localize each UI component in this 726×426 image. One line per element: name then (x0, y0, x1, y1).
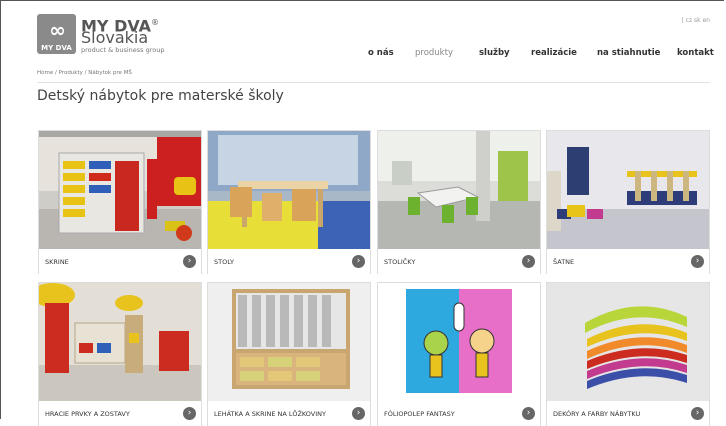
nav-item-sluzby[interactable]: služby (479, 48, 510, 58)
arrow-right-icon[interactable]: › (352, 255, 365, 268)
nav-item-produkty[interactable]: produkty (415, 48, 453, 58)
product-label: HRACIE PRVKY A ZOSTAVY (45, 410, 130, 418)
arrow-right-icon[interactable]: › (183, 407, 196, 420)
page-title: Detský nábytok pre materské školy (37, 88, 284, 104)
product-bar: STOLIČKY › (378, 250, 540, 274)
language-switcher[interactable]: | cz sk en (682, 17, 710, 24)
nav-item-realizacie[interactable]: realizácie (531, 48, 577, 58)
product-label: FÓLIOPOLEP FANTASY (384, 410, 455, 418)
product-bar: LEHÁTKA A SKRINE NA LÔŽKOVINY › (208, 402, 370, 426)
product-bar: FÓLIOPOLEP FANTASY › (378, 402, 540, 426)
header-divider (37, 82, 710, 83)
product-card-stoly[interactable]: STOLY › (207, 130, 371, 274)
arrow-right-icon[interactable]: › (352, 407, 365, 420)
product-label: STOLY (214, 258, 234, 266)
product-image-lehatka (208, 283, 370, 401)
product-image-skrine (39, 131, 201, 249)
product-image-stoly (208, 131, 370, 249)
arrow-right-icon[interactable]: › (522, 255, 535, 268)
product-image-satne (547, 131, 709, 249)
arrow-right-icon[interactable]: › (691, 255, 704, 268)
product-label: DEKÓRY A FARBY NÁBYTKU (553, 410, 641, 418)
product-bar: SKRINE › (39, 250, 201, 274)
product-image-stolicky (378, 131, 540, 249)
product-card-lehatka[interactable]: LEHÁTKA A SKRINE NA LÔŽKOVINY › (207, 282, 371, 426)
product-image-foliopolep (378, 283, 540, 401)
breadcrumb[interactable]: Home / Produkty / Nábytok pre MŠ (37, 70, 132, 76)
product-bar: DEKÓRY A FARBY NÁBYTKU › (547, 402, 709, 426)
arrow-right-icon[interactable]: › (522, 407, 535, 420)
product-image-dekory (547, 283, 709, 401)
arrow-right-icon[interactable]: › (691, 407, 704, 420)
logo-knot-icon: ∞ (49, 18, 66, 42)
product-card-skrine[interactable]: SKRINE › (38, 130, 202, 274)
product-card-hracie-prvky[interactable]: HRACIE PRVKY A ZOSTAVY › (38, 282, 202, 426)
product-card-foliopolep[interactable]: FÓLIOPOLEP FANTASY › (377, 282, 541, 426)
product-card-stolicky[interactable]: STOLIČKY › (377, 130, 541, 274)
product-bar: HRACIE PRVKY A ZOSTAVY › (39, 402, 201, 426)
main-nav: o nás produkty služby realizácie na stia… (0, 48, 726, 62)
product-label: SKRINE (45, 258, 69, 266)
arrow-right-icon[interactable]: › (183, 255, 196, 268)
product-image-hracie-prvky (39, 283, 201, 401)
nav-item-o-nas[interactable]: o nás (368, 48, 394, 58)
product-label: STOLIČKY (384, 258, 416, 266)
product-bar: ŠATNE › (547, 250, 709, 274)
product-label: LEHÁTKA A SKRINE NA LÔŽKOVINY (214, 410, 326, 418)
brand-country: Slovakia (81, 28, 149, 47)
nav-item-kontakt[interactable]: kontakt (677, 48, 714, 58)
product-card-satne[interactable]: ŠATNE › (546, 130, 710, 274)
product-label: ŠATNE (553, 258, 575, 266)
product-bar: STOLY › (208, 250, 370, 274)
product-card-dekory[interactable]: DEKÓRY A FARBY NÁBYTKU › (546, 282, 710, 426)
nav-item-na-stiahnutie[interactable]: na stiahnutie (597, 48, 660, 58)
